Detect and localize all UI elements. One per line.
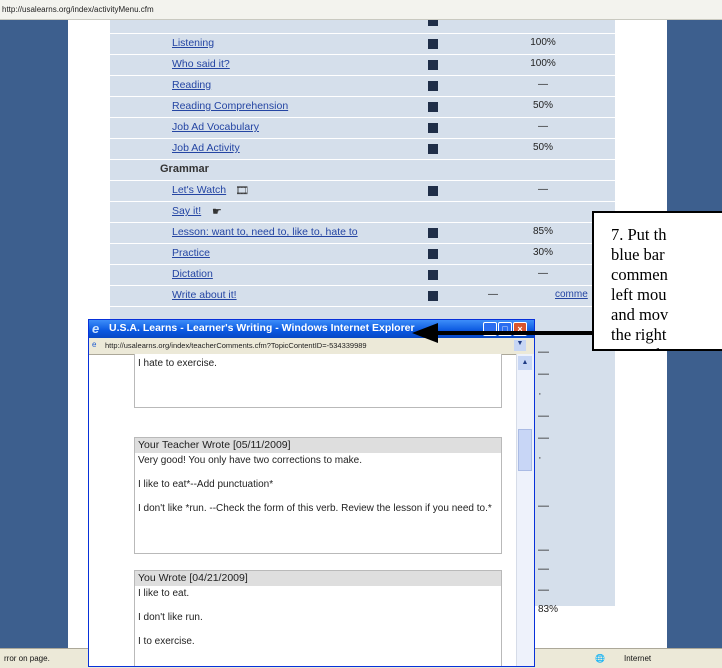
status-square-icon	[428, 270, 438, 280]
section-header-grammar: Grammar	[160, 163, 209, 175]
score-value: —	[538, 432, 549, 444]
comment-line: I like to eat*--Add punctuation*	[138, 479, 274, 490]
score-value: —	[538, 500, 549, 512]
table-row	[110, 20, 615, 34]
callout-text: 7. Put th blue bar commen left mou and m…	[611, 225, 672, 349]
activity-link[interactable]: Write about it!	[172, 289, 237, 301]
writing-line: I don't like run.	[138, 612, 203, 623]
student-writing-box: You Wrote [04/21/2009] I like to eat. I …	[134, 570, 502, 666]
score-value: —	[538, 410, 549, 422]
table-row[interactable]: Dictation —	[110, 265, 615, 286]
table-row[interactable]: Job Ad Activity 50%	[110, 139, 615, 160]
writing-line: I like to eat.	[138, 588, 190, 599]
status-zone-label: Internet	[624, 654, 652, 663]
status-square-icon	[428, 39, 438, 49]
activity-link[interactable]: Reading Comprehension	[172, 100, 288, 112]
activity-score: —	[538, 121, 548, 132]
status-square-icon	[428, 228, 438, 238]
table-row[interactable]: Let's Watch 🎞 —	[110, 181, 615, 202]
annotation-arrow	[412, 323, 600, 343]
pointer-icon: ☛	[212, 206, 222, 218]
writing-line: I to exercise.	[138, 636, 195, 647]
page-icon: e	[92, 340, 97, 349]
table-row[interactable]: Say it! ☛	[110, 202, 615, 223]
popup-title: U.S.A. Learns - Learner's Writing - Wind…	[109, 322, 415, 334]
comments-link[interactable]: comme	[555, 289, 588, 300]
video-icon: 🎞	[235, 185, 249, 197]
activity-link[interactable]: Dictation	[172, 268, 213, 280]
activity-link[interactable]: Listening	[172, 37, 214, 49]
activity-score: 50%	[532, 142, 553, 153]
table-row[interactable]: Reading Comprehension 50%	[110, 97, 615, 118]
table-row[interactable]: Lesson: want to, need to, like to, hate …	[110, 223, 615, 244]
status-text: rror on page.	[4, 654, 50, 663]
activity-link[interactable]: Job Ad Activity	[172, 142, 240, 154]
status-square-icon	[428, 144, 438, 154]
table-row[interactable]: Listening 100%	[110, 34, 615, 55]
score-value: —	[538, 544, 549, 556]
arrow-head	[412, 323, 438, 343]
ie-icon: e	[92, 321, 100, 336]
learner-writing-popup[interactable]: e U.S.A. Learns - Learner's Writing - Wi…	[88, 319, 535, 667]
activity-link[interactable]: Reading	[172, 79, 211, 91]
activity-score: —	[538, 268, 548, 279]
table-row[interactable]: Job Ad Vocabulary —	[110, 118, 615, 139]
popup-url[interactable]: http://usalearns.org/index/teacherCommen…	[105, 341, 367, 350]
teacher-comment-header: Your Teacher Wrote [05/11/2009]	[135, 438, 501, 453]
section-header-row: Grammar	[110, 160, 615, 181]
activity-score: 50%	[532, 100, 553, 111]
activity-score: —	[488, 289, 498, 300]
score-value: ·	[538, 452, 542, 464]
activity-link[interactable]: Job Ad Vocabulary	[172, 121, 259, 133]
popup-scrollbar[interactable]: ▲	[516, 354, 534, 666]
status-square-icon	[428, 102, 438, 112]
writing-text: I hate to exercise.	[138, 358, 217, 369]
activity-score: 100%	[530, 37, 556, 48]
instruction-callout: 7. Put th blue bar commen left mou and m…	[592, 211, 722, 351]
activity-link[interactable]: Practice	[172, 247, 210, 259]
activity-link[interactable]: Say it!	[172, 205, 201, 217]
left-nav-band	[0, 20, 68, 648]
status-square-icon	[428, 123, 438, 133]
status-square-icon	[428, 20, 438, 26]
background-address-bar[interactable]: http://usalearns.org/index/activityMenu.…	[0, 0, 722, 20]
activity-score: —	[538, 184, 548, 195]
status-square-icon	[428, 81, 438, 91]
activity-score: 100%	[530, 58, 556, 69]
status-square-icon	[428, 186, 438, 196]
table-row[interactable]: Write about it! — comme	[110, 286, 615, 307]
comment-line: Very good! You only have two corrections…	[138, 455, 363, 466]
activity-score: 85%	[532, 226, 553, 237]
teacher-comment-box: Your Teacher Wrote [05/11/2009] Very goo…	[134, 437, 502, 554]
activity-score: —	[538, 79, 548, 90]
comment-line: I don't like *run. --Check the form of t…	[138, 503, 492, 514]
activity-score: 30%	[532, 247, 553, 258]
score-value: —	[538, 368, 549, 380]
table-row[interactable]: Who said it? 100%	[110, 55, 615, 76]
score-value: —	[538, 563, 549, 575]
student-writing-header: You Wrote [04/21/2009]	[135, 571, 501, 586]
previous-writing-box: I hate to exercise.	[134, 354, 502, 408]
score-value: ·	[538, 388, 542, 400]
score-value: —	[538, 584, 549, 596]
status-square-icon	[428, 291, 438, 301]
table-row[interactable]: Reading —	[110, 76, 615, 97]
table-row[interactable]: Practice 30%	[110, 244, 615, 265]
score-value: 83%	[538, 604, 559, 615]
activity-link[interactable]: Who said it?	[172, 58, 230, 70]
security-zone-icon[interactable]: 🌐	[595, 649, 605, 668]
status-square-icon	[428, 249, 438, 259]
scroll-thumb[interactable]	[518, 429, 532, 471]
activity-link[interactable]: Let's Watch	[172, 184, 226, 196]
scroll-up-icon[interactable]: ▲	[518, 356, 532, 370]
activity-link[interactable]: Lesson: want to, need to, like to, hate …	[172, 226, 358, 238]
status-square-icon	[428, 60, 438, 70]
